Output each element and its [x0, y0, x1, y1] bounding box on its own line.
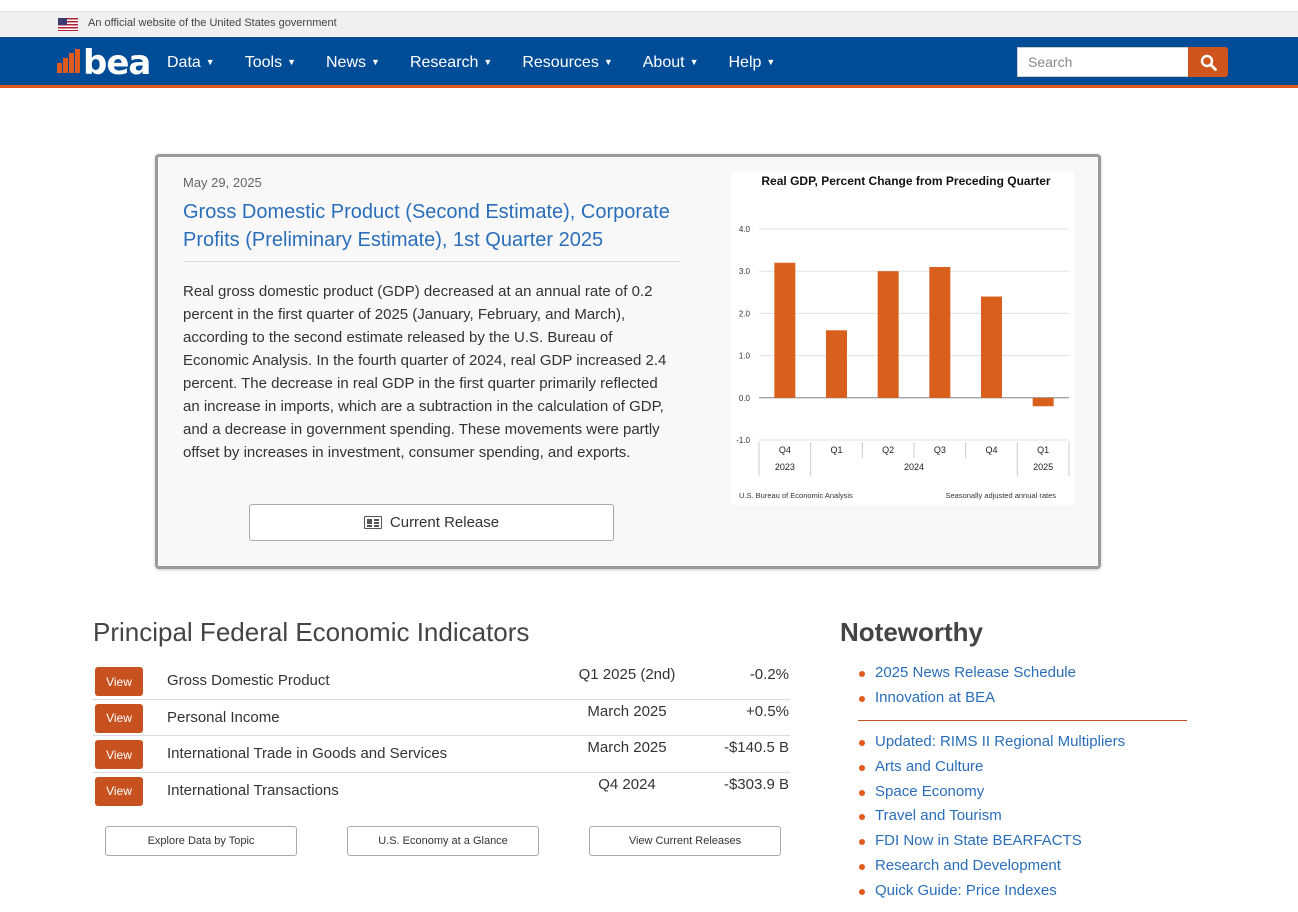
indicator-value: -$140.5 B	[723, 739, 789, 756]
x-tick-label: Q4	[985, 445, 997, 455]
nav-about[interactable]: About ▼	[643, 54, 699, 72]
newspaper-icon	[363, 516, 382, 529]
chart-source-note: U.S. Bureau of Economic Analysis	[739, 491, 853, 500]
noteworthy-link[interactable]: Research and Development	[858, 857, 1125, 882]
release-date: May 29, 2025	[183, 175, 262, 190]
caret-down-icon: ▼	[603, 57, 613, 68]
current-release-button[interactable]: Current Release	[249, 504, 614, 541]
indicator-value: +0.5%	[746, 702, 789, 720]
year-label: 2023	[775, 462, 795, 472]
gdp-chart: Real GDP, Percent Change from Preceding …	[731, 172, 1074, 505]
indicator-value: -0.2%	[749, 666, 789, 683]
us-flag-icon	[58, 18, 78, 31]
indicator-period: Q4 2024	[598, 775, 656, 793]
caret-down-icon: ▼	[483, 57, 493, 68]
current-release-label: Current Release	[389, 514, 500, 531]
y-tick-label: -1.0	[736, 436, 750, 445]
nav-research[interactable]: Research ▼	[410, 54, 492, 72]
noteworthy-link[interactable]: Arts and Culture	[858, 758, 1125, 783]
view-button[interactable]: View	[95, 667, 143, 696]
release-summary: Real gross domestic product (GDP) decrea…	[183, 283, 667, 461]
x-tick-label: Q1	[830, 445, 842, 455]
y-tick-label: 3.0	[739, 267, 751, 276]
year-label: 2024	[904, 462, 924, 472]
noteworthy-divider	[858, 720, 1187, 721]
table-row: View Gross Domestic Product Q1 2025 (2nd…	[93, 663, 790, 700]
main-navbar: bea Data ▼ Tools ▼ News ▼ Research ▼ Resourc…	[0, 37, 1298, 88]
search-icon	[1200, 54, 1217, 71]
gdp-bar	[774, 262, 796, 398]
view-button[interactable]: View	[95, 776, 143, 806]
indicator-period: March 2025	[587, 702, 667, 720]
view-button[interactable]: View	[95, 740, 143, 769]
nav-help[interactable]: Help ▼	[728, 54, 775, 72]
noteworthy-link[interactable]: FDI Now in State BEARFACTS	[858, 832, 1125, 857]
nav-news[interactable]: News ▼	[326, 54, 380, 72]
logo-text: bea	[83, 43, 151, 83]
indicators-table: View Gross Domestic Product Q1 2025 (2nd…	[93, 663, 790, 809]
nav-data[interactable]: Data ▼	[167, 54, 215, 72]
gov-banner: An official website of the United States…	[0, 11, 1298, 37]
gdp-bar	[877, 271, 899, 398]
noteworthy-link[interactable]: Space Economy	[858, 783, 1125, 808]
noteworthy-list-secondary: Updated: RIMS II Regional Multipliers Ar…	[858, 733, 1125, 907]
table-row: View International Transactions Q4 2024 …	[93, 773, 790, 810]
noteworthy-list-primary: 2025 News Release Schedule Innovation at…	[858, 664, 1076, 714]
indicator-period: March 2025	[587, 739, 667, 756]
y-tick-label: 0.0	[739, 394, 751, 403]
x-tick-label: Q1	[1037, 445, 1049, 455]
feature-release-card: May 29, 2025 Gross Domestic Product (Sec…	[155, 154, 1101, 569]
bea-logo[interactable]: bea	[57, 43, 151, 83]
noteworthy-link[interactable]: Travel and Tourism	[858, 807, 1125, 832]
gov-banner-text: An official website of the United States…	[88, 17, 337, 29]
noteworthy-link[interactable]: Updated: RIMS II Regional Multipliers	[858, 733, 1125, 758]
economy-at-a-glance-button[interactable]: U.S. Economy at a Glance	[347, 826, 539, 856]
view-button[interactable]: View	[95, 703, 143, 733]
caret-down-icon: ▼	[287, 57, 296, 68]
view-current-releases-button[interactable]: View Current Releases	[589, 826, 781, 856]
indicator-name-link[interactable]: Gross Domestic Product	[167, 672, 330, 689]
y-tick-label: 4.0	[739, 225, 751, 234]
indicator-name-link[interactable]: International Transactions	[167, 782, 339, 799]
chart-rates-note: Seasonally adjusted annual rates	[946, 491, 1057, 500]
x-tick-label: Q2	[882, 445, 894, 455]
gdp-bar	[826, 330, 847, 398]
indicator-name-link[interactable]: Personal Income	[167, 709, 280, 726]
gdp-chart-svg: Real GDP, Percent Change from Preceding …	[736, 174, 1070, 500]
year-label: 2025	[1033, 462, 1053, 472]
y-tick-label: 1.0	[739, 352, 751, 361]
table-row: View Personal Income March 2025 +0.5%	[93, 700, 790, 736]
noteworthy-link[interactable]: Innovation at BEA	[858, 689, 1076, 714]
caret-down-icon: ▼	[689, 57, 699, 68]
table-row: View International Trade in Goods and Se…	[93, 736, 790, 773]
bea-logo-mark-icon	[57, 49, 81, 75]
gdp-bar	[1032, 397, 1054, 407]
gdp-bar	[929, 266, 951, 398]
indicators-title: Principal Federal Economic Indicators	[93, 617, 530, 647]
nav-menu: Data ▼ Tools ▼ News ▼ Research ▼ Resources ▼ …	[167, 37, 805, 88]
indicator-value: -$303.9 B	[723, 775, 789, 793]
search-button[interactable]	[1188, 47, 1228, 77]
explore-data-by-topic-button[interactable]: Explore Data by Topic	[105, 826, 297, 856]
release-title-link[interactable]: Gross Domestic Product (Second Estimate)…	[183, 198, 683, 254]
nav-tools[interactable]: Tools ▼	[245, 54, 296, 72]
caret-down-icon: ▼	[371, 57, 380, 68]
search-input[interactable]	[1017, 47, 1189, 77]
noteworthy-link[interactable]: Quick Guide: Price Indexes	[858, 882, 1125, 907]
divider	[183, 261, 680, 262]
noteworthy-link[interactable]: 2025 News Release Schedule	[858, 664, 1076, 689]
noteworthy-title: Noteworthy	[840, 617, 983, 647]
x-tick-label: Q3	[934, 445, 946, 455]
nav-resources[interactable]: Resources ▼	[522, 54, 612, 72]
chart-title: Real GDP, Percent Change from Preceding …	[761, 174, 1051, 188]
gdp-bar	[981, 296, 1002, 398]
caret-down-icon: ▼	[766, 57, 776, 68]
indicator-name-link[interactable]: International Trade in Goods and Service…	[167, 745, 447, 762]
caret-down-icon: ▼	[205, 57, 215, 68]
indicator-period: Q1 2025 (2nd)	[578, 666, 676, 683]
x-tick-label: Q4	[779, 445, 791, 455]
y-tick-label: 2.0	[739, 309, 751, 318]
